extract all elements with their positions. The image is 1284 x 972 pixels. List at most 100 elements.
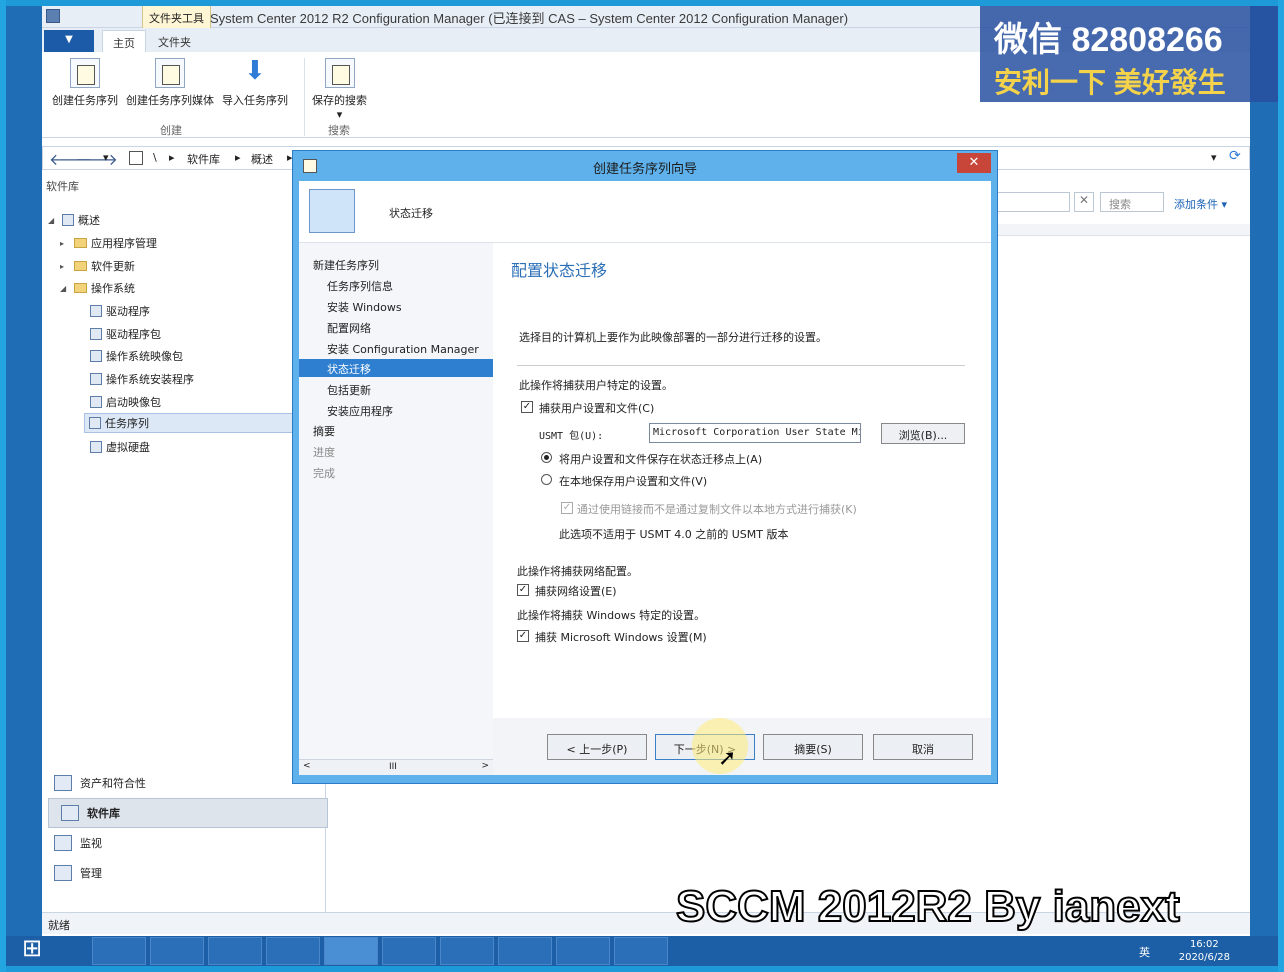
capture-user-settings-label: 捕获用户设置和文件(C) <box>539 402 655 415</box>
tree-item-virtual-hard-disks[interactable]: 虚拟硬盘 <box>90 439 150 455</box>
address-dropdown-icon[interactable]: ▾ <box>1211 151 1217 164</box>
software-library-icon <box>61 805 79 821</box>
taskbar-app[interactable] <box>440 937 494 965</box>
steps-scrollbar[interactable]: < III > <box>299 759 493 775</box>
capture-network-checkbox[interactable]: ✓ <box>517 584 529 596</box>
taskbar: 英 16:02 2020/6/28 <box>6 934 1278 966</box>
wizard-steps: 新建任务序列 任务序列信息 安装 Windows 配置网络 安装 Configu… <box>299 243 493 775</box>
taskbar-server-manager[interactable] <box>92 937 146 965</box>
history-dropdown-icon[interactable]: ▾ <box>103 151 109 164</box>
start-button[interactable] <box>12 934 56 964</box>
user-settings-section-label: 此操作将捕获用户特定的设置。 <box>519 379 673 392</box>
navigation-pane: 软件库 ◢ 概述 ▸ 应用程序管理 ▸ 软件更新 ◢ 操作系统 驱动程序 驱动程… <box>42 172 328 912</box>
workspace-assets-compliance[interactable]: 资产和符合性 <box>42 768 326 798</box>
workspace-monitoring[interactable]: 监视 <box>42 828 326 858</box>
tree-item-task-sequences[interactable]: 任务序列 <box>84 413 320 433</box>
step-task-sequence-info[interactable]: 任务序列信息 <box>299 276 493 294</box>
taskbar-app[interactable] <box>382 937 436 965</box>
step-summary[interactable]: 摘要 <box>299 421 493 439</box>
breadcrumb-software-library[interactable]: 软件库 <box>187 151 220 167</box>
step-include-updates[interactable]: 包括更新 <box>299 380 493 398</box>
add-criteria-link[interactable]: 添加条件 ▾ <box>1174 196 1227 212</box>
step-install-windows[interactable]: 安装 Windows <box>299 297 493 315</box>
os-installer-icon <box>90 373 102 385</box>
computer-icon <box>309 189 355 233</box>
expand-icon[interactable]: ▸ <box>60 239 70 248</box>
saved-search-icon <box>324 58 355 88</box>
tree-item-drivers[interactable]: 驱动程序 <box>90 303 150 319</box>
tab-home[interactable]: 主页 <box>102 30 146 52</box>
tree-item-os-images[interactable]: 操作系统映像包 <box>90 348 183 364</box>
scroll-left-icon[interactable]: < <box>303 761 311 771</box>
wizard-title: 创建任务序列向导 <box>592 162 697 177</box>
clear-search-icon[interactable]: ✕ <box>1074 192 1094 212</box>
saved-search-button[interactable]: 保存的搜索 ▾ <box>312 58 367 121</box>
workspace-administration[interactable]: 管理 <box>42 858 326 888</box>
store-on-state-migration-point-radio[interactable] <box>541 452 552 463</box>
close-icon[interactable]: ✕ <box>957 153 991 173</box>
step-state-migration[interactable]: 状态迁移 <box>299 359 493 377</box>
tab-folder[interactable]: 文件夹 <box>148 30 201 52</box>
tree-item-label: 操作系统映像包 <box>106 350 183 363</box>
taskbar-app[interactable] <box>556 937 610 965</box>
task-sequence-icon <box>70 58 100 88</box>
taskbar-app[interactable] <box>498 937 552 965</box>
summary-button[interactable]: 摘要(S) <box>763 734 863 760</box>
tree-item-application-management[interactable]: ▸ 应用程序管理 <box>60 235 157 251</box>
taskbar-explorer[interactable] <box>208 937 262 965</box>
tree-item-overview[interactable]: ◢ 概述 <box>48 212 100 228</box>
import-arrow-icon <box>240 56 270 88</box>
cancel-button[interactable]: 取消 <box>873 734 973 760</box>
file-menu-button[interactable]: ▼ <box>44 30 94 52</box>
workspace-software-library[interactable]: 软件库 <box>48 798 328 828</box>
watermark-line-1: 微信 82808266 <box>994 21 1223 59</box>
import-task-sequence-button[interactable]: 导入任务序列 <box>222 56 288 108</box>
monitoring-icon <box>54 835 72 851</box>
scroll-right-icon[interactable]: > <box>481 761 489 771</box>
collapse-icon[interactable]: ◢ <box>48 216 58 225</box>
step-new-task-sequence[interactable]: 新建任务序列 <box>299 255 493 273</box>
create-task-sequence-wizard: 创建任务序列向导 ✕ 状态迁移 新建任务序列 任务序列信息 安装 Windows… <box>292 150 998 784</box>
hardlink-capture-checkbox[interactable]: ✓ <box>561 502 573 514</box>
step-install-applications[interactable]: 安装应用程序 <box>299 401 493 419</box>
console-icon <box>129 151 143 165</box>
scroll-thumb[interactable]: III <box>389 762 397 772</box>
divider <box>517 365 965 366</box>
breadcrumb-root[interactable]: \ <box>153 151 157 164</box>
wizard-header: 状态迁移 <box>299 181 991 243</box>
ime-indicator[interactable]: 英 <box>1139 944 1150 960</box>
capture-windows-checkbox[interactable]: ✓ <box>517 630 529 642</box>
create-task-sequence-media-button[interactable]: 创建任务序列媒体 <box>126 58 214 108</box>
watermark-overlay: 微信 82808266 安利一下 美好發生 <box>980 6 1278 102</box>
ribbon-group-create: 创建 <box>160 124 182 137</box>
expand-icon[interactable]: ▸ <box>60 262 70 271</box>
capture-user-settings-checkbox[interactable]: ✓ <box>521 401 533 413</box>
refresh-icon[interactable]: ⟳ <box>1229 148 1241 164</box>
taskbar-config-manager[interactable] <box>324 937 378 965</box>
tree-item-os-installers[interactable]: 操作系统安装程序 <box>90 371 194 387</box>
taskbar-clock[interactable]: 16:02 2020/6/28 <box>1179 938 1230 964</box>
tree-item-operating-systems[interactable]: ◢ 操作系统 <box>60 280 135 296</box>
tree-item-boot-images[interactable]: 启动映像包 <box>90 394 161 410</box>
workspace-label: 软件库 <box>87 807 120 820</box>
tree-item-software-updates[interactable]: ▸ 软件更新 <box>60 258 135 274</box>
forward-arrow-icon[interactable]: 🡒 <box>75 149 118 169</box>
step-configure-network[interactable]: 配置网络 <box>299 318 493 336</box>
taskbar-powershell[interactable] <box>150 937 204 965</box>
store-locally-radio[interactable] <box>541 474 552 485</box>
hardlink-note: 此选项不适用于 USMT 4.0 之前的 USMT 版本 <box>559 528 789 541</box>
search-button[interactable]: 搜索 <box>1100 192 1164 212</box>
previous-button[interactable]: < 上一步(P) <box>547 734 647 760</box>
browse-button[interactable]: 浏览(B)... <box>881 423 965 444</box>
tree-item-driver-packages[interactable]: 驱动程序包 <box>90 326 161 342</box>
collapse-icon[interactable]: ◢ <box>60 284 70 293</box>
breadcrumb-overview[interactable]: 概述 <box>251 151 273 167</box>
usmt-package-field[interactable]: Microsoft Corporation User State Mig <box>649 423 861 443</box>
taskbar-app[interactable] <box>614 937 668 965</box>
create-task-sequence-button[interactable]: 创建任务序列 <box>52 58 118 108</box>
step-install-configmgr[interactable]: 安装 Configuration Manager <box>299 339 493 357</box>
folder-icon <box>74 283 87 293</box>
app-icon[interactable] <box>46 9 60 23</box>
tree-item-label: 软件更新 <box>91 260 135 273</box>
taskbar-app[interactable] <box>266 937 320 965</box>
